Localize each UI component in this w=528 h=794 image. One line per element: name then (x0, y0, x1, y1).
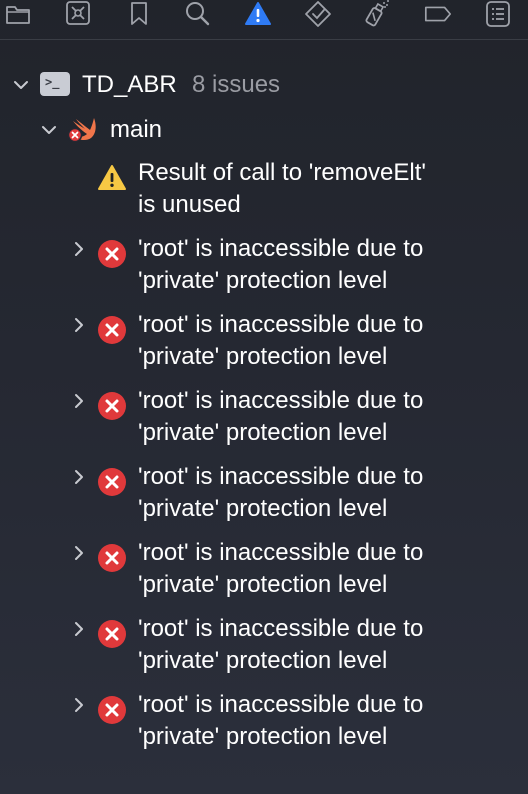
test-diamond-icon[interactable] (303, 0, 333, 28)
debug-spray-icon[interactable] (362, 0, 392, 28)
warning-issue-row[interactable]: Result of call to 'removeElt' is unused (0, 157, 528, 227)
issue-count: 8 issues (192, 71, 281, 98)
file-name: main (110, 116, 163, 143)
issue-message-line: 'root' is inaccessible due to (138, 235, 424, 262)
issue-message: Result of call to 'removeElt' is unused (138, 157, 518, 221)
folder-icon[interactable] (3, 0, 33, 28)
issue-message-line: 'root' is inaccessible due to (138, 387, 424, 414)
error-x-icon (97, 239, 127, 269)
chevron-right-icon[interactable] (70, 544, 88, 562)
issue-message-line: 'root' is inaccessible due to (138, 311, 424, 338)
issue-message-line: is unused (138, 191, 241, 218)
navigator-toolbar (0, 0, 528, 40)
issue-message-line: 'private' protection level (138, 267, 388, 294)
chevron-down-icon[interactable] (40, 121, 58, 139)
report-list-icon[interactable] (483, 0, 513, 28)
error-issue-row[interactable]: 'root' is inaccessible due to 'private' p… (0, 537, 528, 607)
issue-message-line: 'root' is inaccessible due to (138, 615, 424, 642)
issue-message-line: 'private' protection level (138, 419, 388, 446)
issue-message: 'root' is inaccessible due to 'private' p… (138, 385, 518, 449)
error-issue-row[interactable]: 'root' is inaccessible due to 'private' p… (0, 689, 528, 759)
issue-message: 'root' is inaccessible due to 'private' p… (138, 233, 518, 297)
issue-message-line: 'private' protection level (138, 723, 388, 750)
error-issue-row[interactable]: 'root' is inaccessible due to 'private' p… (0, 233, 528, 303)
error-x-icon (97, 391, 127, 421)
issue-message-line: 'private' protection level (138, 647, 388, 674)
search-icon[interactable] (183, 0, 213, 28)
error-issue-row[interactable]: 'root' is inaccessible due to 'private' p… (0, 461, 528, 531)
issue-message: 'root' is inaccessible due to 'private' p… (138, 613, 518, 677)
bookmark-icon[interactable] (124, 0, 154, 28)
chevron-right-icon[interactable] (70, 316, 88, 334)
warning-triangle-icon (97, 163, 127, 193)
error-x-icon (97, 467, 127, 497)
error-issue-row[interactable]: 'root' is inaccessible due to 'private' p… (0, 385, 528, 455)
chevron-right-icon[interactable] (70, 468, 88, 486)
error-x-icon (97, 695, 127, 725)
chevron-right-icon[interactable] (70, 620, 88, 638)
chevron-right-icon[interactable] (70, 240, 88, 258)
issue-message-line: 'private' protection level (138, 571, 388, 598)
chevron-right-icon[interactable] (70, 696, 88, 714)
issue-message-line: 'root' is inaccessible due to (138, 691, 424, 718)
project-name: TD_ABR (82, 71, 177, 98)
issue-warning-icon[interactable] (243, 0, 273, 28)
swift-file-icon (66, 114, 100, 144)
issue-message-line: 'private' protection level (138, 495, 388, 522)
error-issue-row[interactable]: 'root' is inaccessible due to 'private' p… (0, 309, 528, 379)
error-x-icon (97, 619, 127, 649)
breakpoint-icon[interactable] (423, 0, 453, 28)
issue-message: 'root' is inaccessible due to 'private' p… (138, 461, 518, 525)
issue-navigator: >_ TD_ABR 8 issues main Result of call t… (0, 0, 528, 794)
issue-message-line: 'private' protection level (138, 343, 388, 370)
issue-message-line: 'root' is inaccessible due to (138, 539, 424, 566)
issue-message: 'root' is inaccessible due to 'private' p… (138, 689, 518, 753)
chevron-down-icon[interactable] (12, 76, 30, 94)
issue-message: 'root' is inaccessible due to 'private' p… (138, 309, 518, 373)
issue-message-line: Result of call to 'removeElt' (138, 159, 426, 186)
error-issue-row[interactable]: 'root' is inaccessible due to 'private' p… (0, 613, 528, 683)
terminal-app-icon: >_ (40, 72, 70, 96)
error-x-icon (97, 543, 127, 573)
issue-message: 'root' is inaccessible due to 'private' p… (138, 537, 518, 601)
issue-message-line: 'root' is inaccessible due to (138, 463, 424, 490)
chevron-right-icon[interactable] (70, 392, 88, 410)
error-x-icon (97, 315, 127, 345)
source-control-icon[interactable] (63, 0, 93, 28)
